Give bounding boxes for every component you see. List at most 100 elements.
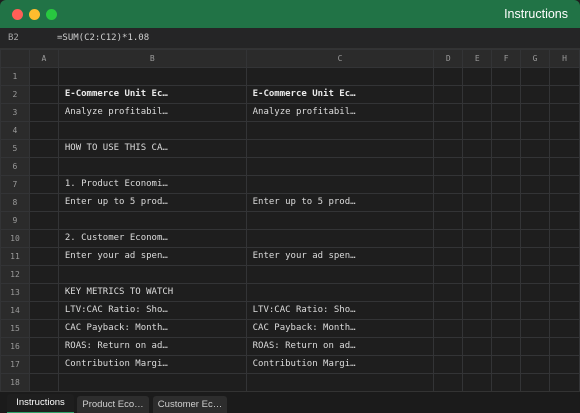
cell-b2[interactable]: E-Commerce Unit Ec… bbox=[57, 85, 247, 104]
cell-c13[interactable] bbox=[245, 283, 435, 302]
cell-b16[interactable]: ROAS: Return on ad… bbox=[57, 337, 247, 356]
cell-g10[interactable] bbox=[520, 229, 551, 248]
column-header-a[interactable]: A bbox=[28, 49, 59, 68]
sheet-tab[interactable]: Instructions bbox=[7, 394, 74, 413]
cell-b15[interactable]: CAC Payback: Month… bbox=[57, 319, 247, 338]
cell-h9[interactable] bbox=[549, 211, 580, 230]
column-header-d[interactable]: D bbox=[433, 49, 464, 68]
cell-f1[interactable] bbox=[491, 67, 522, 86]
cell-g6[interactable] bbox=[520, 157, 551, 176]
cell-e18[interactable] bbox=[462, 373, 493, 391]
cell-c18[interactable] bbox=[245, 373, 435, 391]
cell-e8[interactable] bbox=[462, 193, 493, 212]
cell-f17[interactable] bbox=[491, 355, 522, 374]
cell-d3[interactable] bbox=[433, 103, 464, 122]
column-header-f[interactable]: F bbox=[491, 49, 522, 68]
cell-b6[interactable] bbox=[57, 157, 247, 176]
column-header-g[interactable]: G bbox=[520, 49, 551, 68]
cell-a2[interactable] bbox=[28, 85, 59, 104]
cell-h12[interactable] bbox=[549, 265, 580, 284]
cell-d10[interactable] bbox=[433, 229, 464, 248]
cell-e2[interactable] bbox=[462, 85, 493, 104]
select-all-corner[interactable] bbox=[0, 49, 30, 68]
minimize-window-button[interactable] bbox=[29, 9, 40, 20]
maximize-window-button[interactable] bbox=[46, 9, 57, 20]
column-header-c[interactable]: C bbox=[245, 49, 435, 68]
cell-f3[interactable] bbox=[491, 103, 522, 122]
cell-h16[interactable] bbox=[549, 337, 580, 356]
cell-b4[interactable] bbox=[57, 121, 247, 140]
cell-b10[interactable]: 2. Customer Econom… bbox=[57, 229, 247, 248]
cell-f11[interactable] bbox=[491, 247, 522, 266]
cell-c17[interactable]: Contribution Margi… bbox=[245, 355, 435, 374]
row-header[interactable]: 3 bbox=[0, 103, 30, 122]
cell-d6[interactable] bbox=[433, 157, 464, 176]
row-header[interactable]: 9 bbox=[0, 211, 30, 230]
cell-g18[interactable] bbox=[520, 373, 551, 391]
cell-f12[interactable] bbox=[491, 265, 522, 284]
cell-b13[interactable]: KEY METRICS TO WATCH bbox=[57, 283, 247, 302]
cell-a10[interactable] bbox=[28, 229, 59, 248]
cell-g16[interactable] bbox=[520, 337, 551, 356]
cell-c10[interactable] bbox=[245, 229, 435, 248]
cell-f6[interactable] bbox=[491, 157, 522, 176]
cell-h14[interactable] bbox=[549, 301, 580, 320]
cell-d2[interactable] bbox=[433, 85, 464, 104]
cell-e3[interactable] bbox=[462, 103, 493, 122]
cell-g2[interactable] bbox=[520, 85, 551, 104]
cell-c9[interactable] bbox=[245, 211, 435, 230]
cell-g1[interactable] bbox=[520, 67, 551, 86]
cell-c4[interactable] bbox=[245, 121, 435, 140]
cell-b11[interactable]: Enter your ad spen… bbox=[57, 247, 247, 266]
cell-g8[interactable] bbox=[520, 193, 551, 212]
cell-g4[interactable] bbox=[520, 121, 551, 140]
row-header[interactable]: 10 bbox=[0, 229, 30, 248]
cell-h3[interactable] bbox=[549, 103, 580, 122]
cell-a4[interactable] bbox=[28, 121, 59, 140]
cell-f10[interactable] bbox=[491, 229, 522, 248]
cell-h17[interactable] bbox=[549, 355, 580, 374]
cell-c14[interactable]: LTV:CAC Ratio: Sho… bbox=[245, 301, 435, 320]
row-header[interactable]: 14 bbox=[0, 301, 30, 320]
cell-h7[interactable] bbox=[549, 175, 580, 194]
row-header[interactable]: 16 bbox=[0, 337, 30, 356]
cell-c2[interactable]: E-Commerce Unit Ec… bbox=[245, 85, 435, 104]
cell-h10[interactable] bbox=[549, 229, 580, 248]
cell-f8[interactable] bbox=[491, 193, 522, 212]
cell-d13[interactable] bbox=[433, 283, 464, 302]
cell-a11[interactable] bbox=[28, 247, 59, 266]
row-header[interactable]: 13 bbox=[0, 283, 30, 302]
cell-c11[interactable]: Enter your ad spen… bbox=[245, 247, 435, 266]
cell-f13[interactable] bbox=[491, 283, 522, 302]
cell-c5[interactable] bbox=[245, 139, 435, 158]
row-header[interactable]: 4 bbox=[0, 121, 30, 140]
row-header[interactable]: 11 bbox=[0, 247, 30, 266]
row-header[interactable]: 18 bbox=[0, 373, 30, 391]
cell-h5[interactable] bbox=[549, 139, 580, 158]
cell-d9[interactable] bbox=[433, 211, 464, 230]
cell-d11[interactable] bbox=[433, 247, 464, 266]
column-header-h[interactable]: H bbox=[549, 49, 580, 68]
cell-g11[interactable] bbox=[520, 247, 551, 266]
cell-h4[interactable] bbox=[549, 121, 580, 140]
cell-e17[interactable] bbox=[462, 355, 493, 374]
cell-e6[interactable] bbox=[462, 157, 493, 176]
cell-f16[interactable] bbox=[491, 337, 522, 356]
cell-g14[interactable] bbox=[520, 301, 551, 320]
cell-d15[interactable] bbox=[433, 319, 464, 338]
row-header[interactable]: 8 bbox=[0, 193, 30, 212]
cell-e14[interactable] bbox=[462, 301, 493, 320]
cell-g17[interactable] bbox=[520, 355, 551, 374]
cell-f14[interactable] bbox=[491, 301, 522, 320]
cell-f2[interactable] bbox=[491, 85, 522, 104]
cell-e13[interactable] bbox=[462, 283, 493, 302]
cell-e4[interactable] bbox=[462, 121, 493, 140]
cell-d14[interactable] bbox=[433, 301, 464, 320]
cell-b17[interactable]: Contribution Margi… bbox=[57, 355, 247, 374]
cell-d1[interactable] bbox=[433, 67, 464, 86]
cell-h1[interactable] bbox=[549, 67, 580, 86]
cell-a12[interactable] bbox=[28, 265, 59, 284]
cell-a8[interactable] bbox=[28, 193, 59, 212]
cell-a7[interactable] bbox=[28, 175, 59, 194]
cell-a3[interactable] bbox=[28, 103, 59, 122]
